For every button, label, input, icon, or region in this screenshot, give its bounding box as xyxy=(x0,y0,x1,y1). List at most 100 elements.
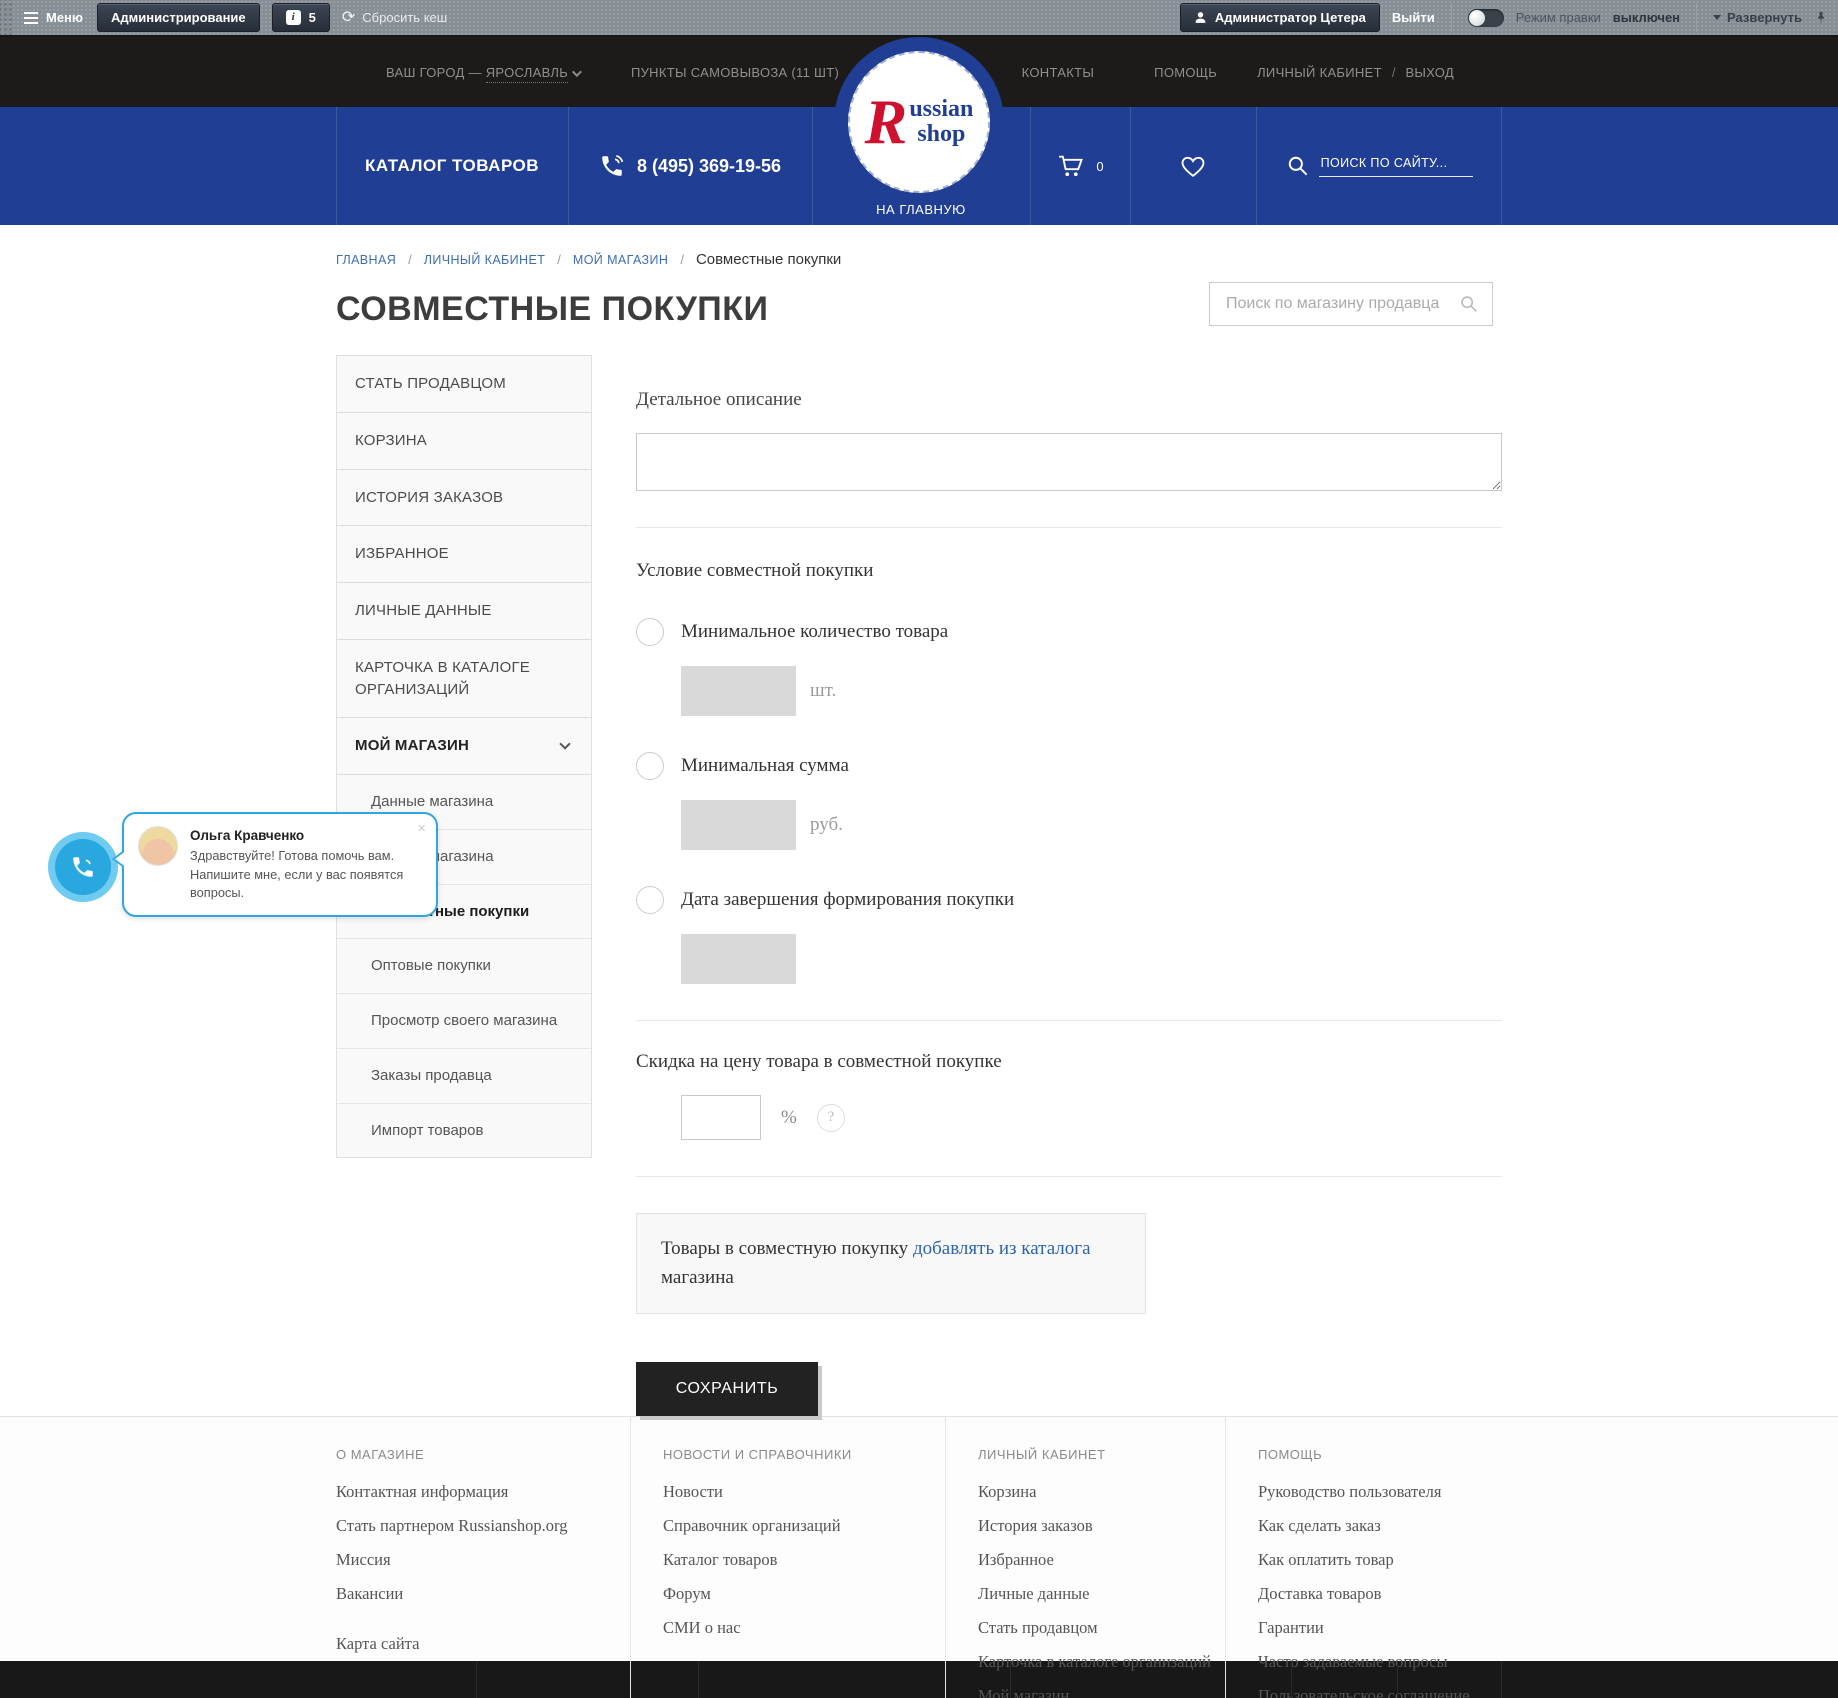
radio-min-quantity[interactable] xyxy=(636,618,664,646)
russian-shop-logo: R ussian shop xyxy=(848,51,990,193)
drag-handle-icon[interactable] xyxy=(0,0,14,35)
close-icon[interactable]: × xyxy=(417,820,426,837)
footer-link[interactable]: Доставка товаров xyxy=(1258,1584,1502,1604)
logout-button[interactable]: Выйти xyxy=(1392,10,1435,25)
city-selector[interactable]: ВАШ ГОРОД — ЯРОСЛАВЛЬ xyxy=(386,65,579,80)
chat-call-button[interactable] xyxy=(48,832,118,902)
contacts-link[interactable]: КОНТАКТЫ xyxy=(1022,65,1095,80)
sidebar-item-my-shop[interactable]: МОЙ МАГАЗИН xyxy=(337,718,591,775)
chat-bubble: × Ольга Кравченко Здравствуйте! Готова п… xyxy=(122,812,438,917)
pickup-points-link[interactable]: ПУНКТЫ САМОВЫВОЗА (11 ШТ) xyxy=(631,65,839,80)
logo-line1: ussian xyxy=(909,96,973,122)
breadcrumb-cabinet[interactable]: ЛИЧНЫЙ КАБИНЕТ xyxy=(424,253,545,267)
chevron-down-icon xyxy=(572,67,582,77)
sidebar-sub-seller-orders[interactable]: Заказы продавца xyxy=(337,1049,591,1104)
sidebar-item-org-card[interactable]: КАРТОЧКА В КАТАЛОГЕ ОРГАНИЗАЦИЙ xyxy=(337,640,591,719)
footer-link[interactable]: СМИ о нас xyxy=(663,1618,945,1638)
sidebar-sub-wholesale[interactable]: Оптовые покупки xyxy=(337,939,591,994)
radio-end-date[interactable] xyxy=(636,886,664,914)
footer-link[interactable]: Форум xyxy=(663,1584,945,1604)
save-button[interactable]: СОХРАНИТЬ xyxy=(636,1362,818,1416)
description-textarea[interactable] xyxy=(636,433,1502,491)
footer-link[interactable]: Руководство пользователя xyxy=(1258,1482,1502,1502)
city-name[interactable]: ЯРОСЛАВЛЬ xyxy=(486,65,568,83)
sidebar-sub-import[interactable]: Импорт товаров xyxy=(337,1104,591,1158)
add-from-catalog-link[interactable]: добавлять из каталога xyxy=(913,1238,1091,1259)
notifications-count: 5 xyxy=(309,10,316,25)
exit-link[interactable]: ВЫХОД xyxy=(1405,65,1454,80)
footer-link[interactable]: Гарантии xyxy=(1258,1618,1502,1638)
footer-col-news: НОВОСТИ И СПРАВОЧНИКИ Новости Справочник… xyxy=(630,1417,945,1698)
footer-link[interactable]: Вакансии xyxy=(336,1584,630,1604)
footer-link[interactable]: Справочник организаций xyxy=(663,1516,945,1536)
personal-cabinet-link[interactable]: ЛИЧНЫЙ КАБИНЕТ xyxy=(1257,65,1382,80)
administration-label: Администрирование xyxy=(111,10,246,25)
breadcrumb-home[interactable]: ГЛАВНАЯ xyxy=(336,253,396,267)
search-icon[interactable] xyxy=(1458,293,1480,315)
pin-icon[interactable] xyxy=(1814,10,1828,26)
favorites-button[interactable] xyxy=(1130,107,1256,225)
chevron-down-icon xyxy=(559,738,570,749)
search-icon xyxy=(1285,153,1311,179)
edit-mode-toggle[interactable] xyxy=(1468,9,1504,27)
end-date-input[interactable] xyxy=(681,934,796,984)
phone-number[interactable]: 8 (495) 369-19-56 xyxy=(637,156,781,177)
footer-col-title: НОВОСТИ И СПРАВОЧНИКИ xyxy=(663,1447,945,1462)
catalog-button[interactable]: КАТАЛОГ ТОВАРОВ xyxy=(336,107,568,225)
logo-line2: shop xyxy=(917,121,965,147)
home-link[interactable]: НА ГЛАВНУЮ xyxy=(812,202,1030,217)
option-label: Минимальное количество товара xyxy=(681,621,948,643)
page: Меню Администрирование i 5 ⟳ Сбросить ке… xyxy=(0,0,1838,1698)
expand-button[interactable]: Развернуть xyxy=(1713,10,1802,25)
discount-input[interactable] xyxy=(681,1095,761,1140)
administration-button[interactable]: Администрирование xyxy=(97,3,260,32)
footer-link[interactable]: Избранное xyxy=(978,1550,1225,1570)
admin-menu-button[interactable]: Меню xyxy=(24,9,83,27)
help-icon[interactable]: ? xyxy=(817,1104,845,1132)
sidebar-item-order-history[interactable]: ИСТОРИЯ ЗАКАЗОВ xyxy=(337,470,591,527)
footer-link[interactable]: Новости xyxy=(663,1482,945,1502)
footer-link[interactable]: Стать партнером Russianshop.org xyxy=(336,1516,630,1536)
cart-button[interactable]: 0 xyxy=(1030,107,1130,225)
option-min-sum[interactable]: Минимальная сумма xyxy=(636,752,1502,780)
help-link[interactable]: ПОМОЩЬ xyxy=(1154,65,1217,80)
notifications-button[interactable]: i 5 xyxy=(272,3,330,32)
footer-link[interactable]: Контактная информация xyxy=(336,1482,630,1502)
option-end-date[interactable]: Дата завершения формирования покупки xyxy=(636,886,1502,914)
site-search[interactable]: ПОИСК ПО САЙТУ... xyxy=(1256,107,1502,225)
footer-link[interactable]: Корзина xyxy=(978,1482,1225,1502)
footer-link[interactable]: Как оплатить товар xyxy=(1258,1550,1502,1570)
chat-message: Здравствуйте! Готова помочь вам. Напишит… xyxy=(190,847,410,903)
radio-min-sum[interactable] xyxy=(636,752,664,780)
option-min-quantity[interactable]: Минимальное количество товара xyxy=(636,618,1502,646)
sidebar-item-become-seller[interactable]: СТАТЬ ПРОДАВЦОМ xyxy=(337,356,591,413)
min-quantity-input[interactable] xyxy=(681,666,796,716)
breadcrumb-my-shop[interactable]: МОЙ МАГАЗИН xyxy=(573,253,668,267)
seller-search-input[interactable] xyxy=(1226,295,1458,313)
logo-badge[interactable]: R ussian shop xyxy=(834,37,1004,207)
vk-icon[interactable]: В xyxy=(1291,1661,1397,1698)
reset-cache-button[interactable]: ⟳ Сбросить кеш xyxy=(342,10,447,26)
footer-link[interactable]: Миссия xyxy=(336,1550,630,1570)
footer-col-cabinet: ЛИЧНЫЙ КАБИНЕТ Корзина История заказов И… xyxy=(945,1417,1225,1698)
facebook-icon[interactable]: f xyxy=(1397,1661,1502,1698)
divider xyxy=(636,1176,1502,1177)
footer-logo[interactable]: R ussian shop xyxy=(336,1661,476,1698)
divider xyxy=(636,1020,1502,1021)
report-error-link[interactable]: СООБЩИТЬ ОБ ОШИБКЕ xyxy=(476,1661,698,1698)
admin-user-button[interactable]: Администратор Цетера xyxy=(1180,3,1380,32)
footer-link[interactable]: История заказов xyxy=(978,1516,1225,1536)
min-sum-input[interactable] xyxy=(681,800,796,850)
sidebar-item-favorites[interactable]: ИЗБРАННОЕ xyxy=(337,526,591,583)
sidebar-item-cart[interactable]: КОРЗИНА xyxy=(337,413,591,470)
footer-link[interactable]: Каталог товаров xyxy=(663,1550,945,1570)
admin-menu-label: Меню xyxy=(46,10,83,25)
footer-link[interactable]: Личные данные xyxy=(978,1584,1225,1604)
footer-link[interactable]: Как сделать заказ xyxy=(1258,1516,1502,1536)
footer-link[interactable]: Карта сайта xyxy=(336,1634,630,1654)
breadcrumb-separator: / xyxy=(680,252,684,267)
sidebar-item-personal-data[interactable]: ЛИЧНЫЕ ДАННЫЕ xyxy=(337,583,591,640)
footer-link[interactable]: Стать продавцом xyxy=(978,1618,1225,1638)
sidebar-sub-preview-shop[interactable]: Просмотр своего магазина xyxy=(337,994,591,1049)
phone-icon xyxy=(599,153,625,179)
